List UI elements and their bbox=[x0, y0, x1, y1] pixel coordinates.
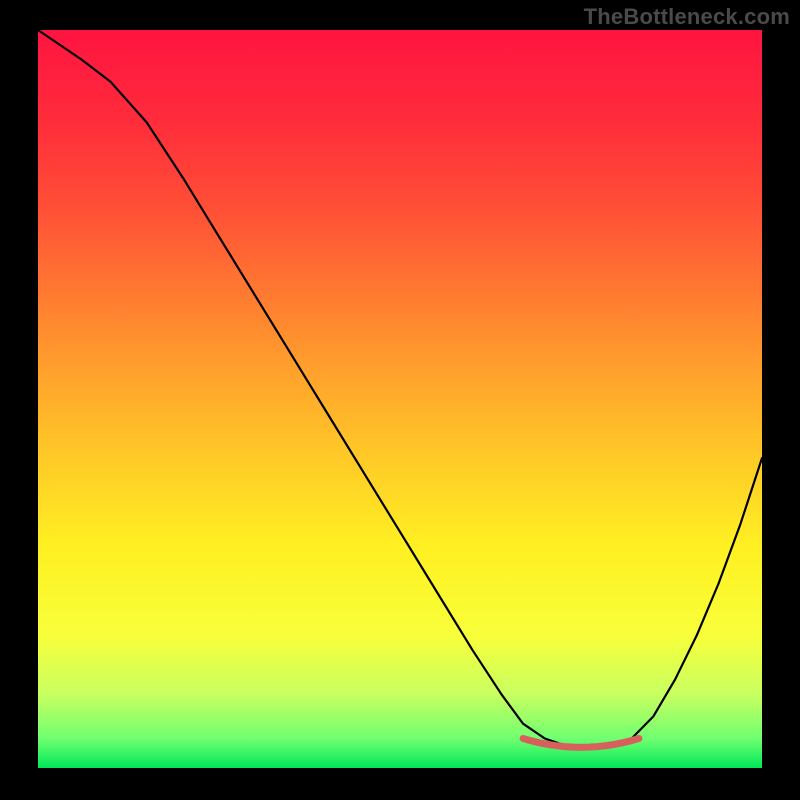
chart-frame: TheBottleneck.com bbox=[0, 0, 800, 800]
plot-background bbox=[38, 30, 762, 768]
bottleneck-chart bbox=[0, 0, 800, 800]
watermark-text: TheBottleneck.com bbox=[584, 4, 790, 30]
